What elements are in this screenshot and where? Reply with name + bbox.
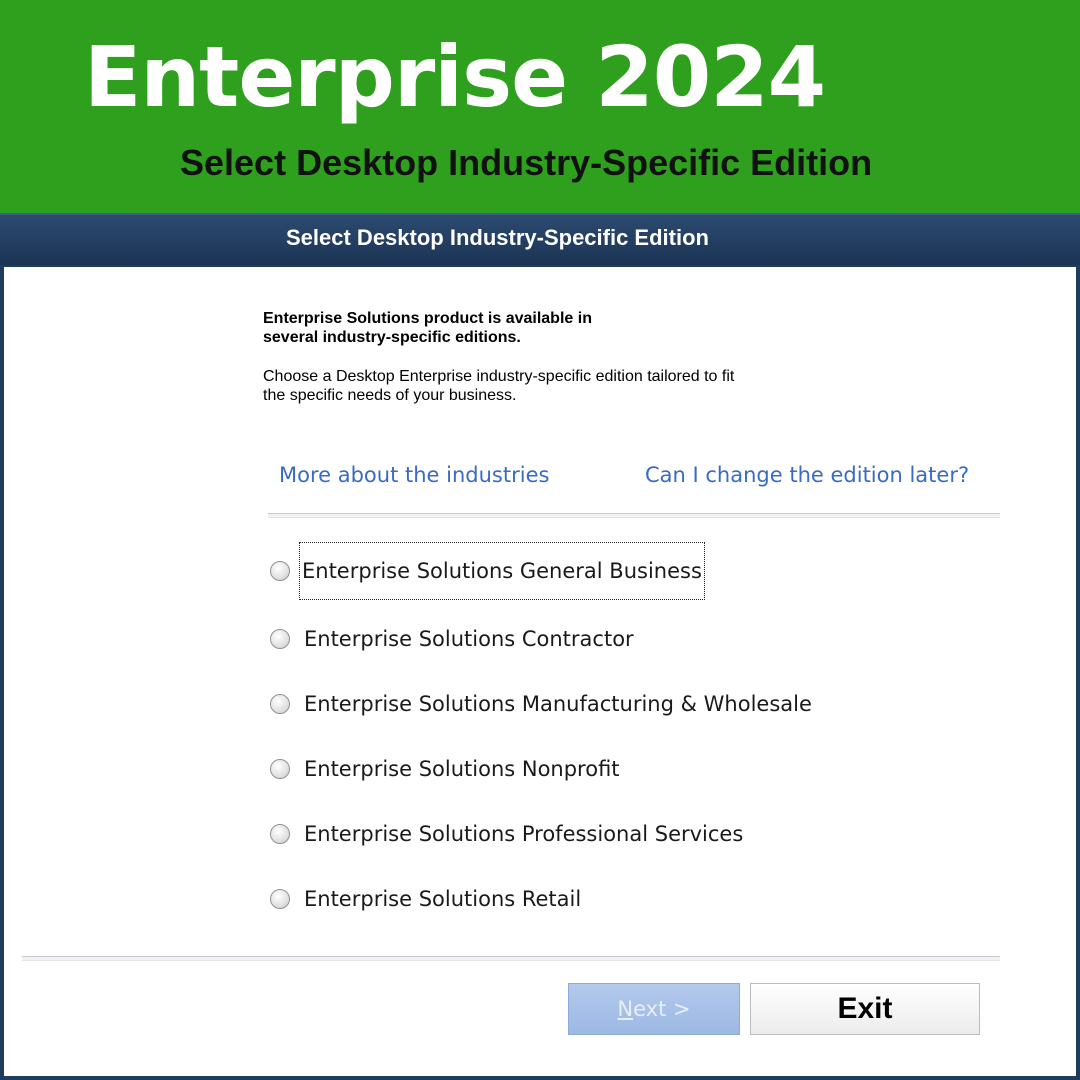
option-label: Enterprise Solutions Professional Servic… <box>304 822 744 846</box>
bottom-separator <box>22 956 1000 961</box>
banner-title: Enterprise 2024 <box>84 28 826 126</box>
radio-button[interactable] <box>270 759 290 779</box>
radio-button[interactable] <box>270 694 290 714</box>
option-contractor[interactable]: Enterprise Solutions Contractor <box>270 619 636 659</box>
more-about-industries-link[interactable]: More about the industries <box>279 463 549 487</box>
option-label: Enterprise Solutions Nonprofit <box>304 757 620 781</box>
radio-button[interactable] <box>270 889 290 909</box>
intro-heading-line-2: several industry-specific editions. <box>263 329 521 346</box>
banner-subtitle: Select Desktop Industry-Specific Edition <box>180 142 873 183</box>
option-general-business[interactable]: Enterprise Solutions General Business <box>270 542 705 600</box>
promo-banner: Enterprise 2024 Select Desktop Industry-… <box>0 0 1080 214</box>
option-professional-services[interactable]: Enterprise Solutions Professional Servic… <box>270 814 745 854</box>
next-button-label: ext > <box>633 997 691 1021</box>
intro-heading: Enterprise Solutions product is availabl… <box>263 309 683 347</box>
intro-description-line-2: the specific needs of your business. <box>263 387 517 404</box>
dialog-title: Select Desktop Industry-Specific Edition <box>286 225 709 250</box>
top-separator <box>268 513 1000 518</box>
radio-button[interactable] <box>270 824 290 844</box>
next-button-mnemonic: N <box>617 997 634 1021</box>
next-button[interactable]: Next > <box>568 983 740 1035</box>
exit-button[interactable]: Exit <box>750 983 980 1035</box>
option-label: Enterprise Solutions Retail <box>304 887 582 911</box>
option-retail[interactable]: Enterprise Solutions Retail <box>270 879 583 919</box>
change-edition-later-link[interactable]: Can I change the edition later? <box>645 463 969 487</box>
option-nonprofit[interactable]: Enterprise Solutions Nonprofit <box>270 749 622 789</box>
option-label: Enterprise Solutions General Business <box>299 542 705 600</box>
intro-heading-line-1: Enterprise Solutions product is availabl… <box>263 310 592 327</box>
option-label: Enterprise Solutions Manufacturing & Who… <box>304 692 812 716</box>
edition-dialog: Select Desktop Industry-Specific Edition… <box>0 213 1080 1080</box>
intro-description-line-1: Choose a Desktop Enterprise industry-spe… <box>263 368 735 385</box>
dialog-body: Enterprise Solutions product is availabl… <box>4 267 1076 1076</box>
radio-button[interactable] <box>270 629 290 649</box>
radio-button[interactable] <box>270 561 290 581</box>
dialog-titlebar: Select Desktop Industry-Specific Edition <box>0 213 1080 265</box>
intro-description: Choose a Desktop Enterprise industry-spe… <box>263 367 823 405</box>
option-manufacturing-wholesale[interactable]: Enterprise Solutions Manufacturing & Who… <box>270 684 814 724</box>
option-label: Enterprise Solutions Contractor <box>304 627 634 651</box>
